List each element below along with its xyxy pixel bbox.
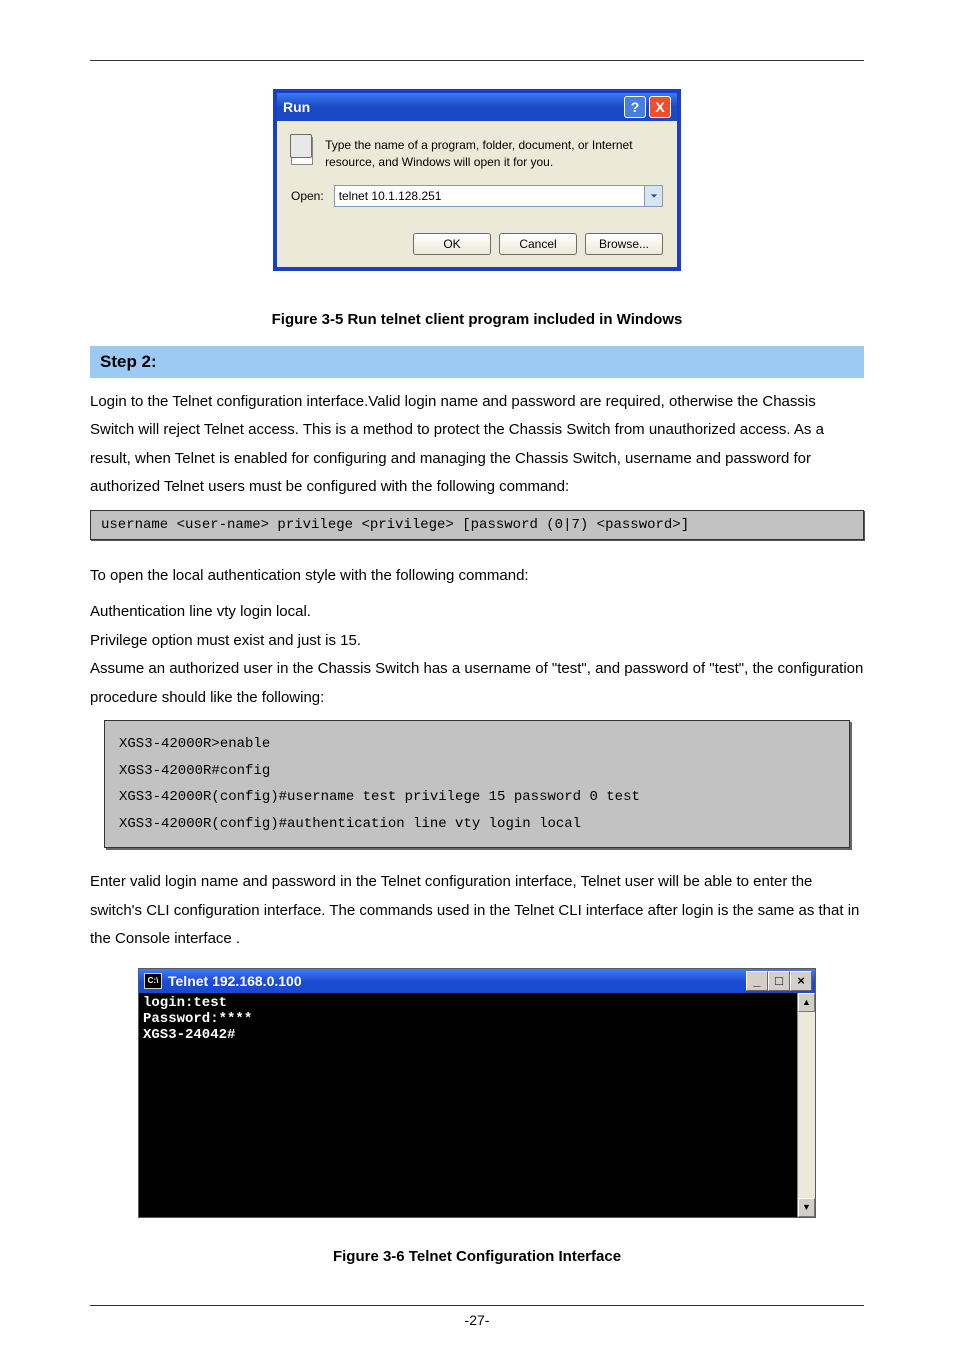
telnet-titlebar: C:\ Telnet 192.168.0.100 _ □ × [139, 969, 815, 993]
run-dialog: Run ? X Type the name of a program, fold… [273, 89, 681, 271]
paragraph-2: To open the local authentication style w… [90, 562, 864, 591]
cli-command-block: XGS3-42000R>enable XGS3-42000R#config XG… [104, 720, 850, 848]
telnet-scrollbar[interactable]: ▲ ▼ [797, 993, 815, 1217]
telnet-window: C:\ Telnet 192.168.0.100 _ □ × login:tes… [138, 968, 816, 1218]
figure-caption-1: Figure 3-5 Run telnet client program inc… [90, 311, 864, 328]
open-dropdown[interactable] [645, 185, 663, 207]
open-label: Open: [291, 189, 324, 203]
scroll-down-button[interactable]: ▼ [798, 1198, 815, 1217]
scroll-up-button[interactable]: ▲ [798, 993, 815, 1012]
ok-button[interactable]: OK [413, 233, 491, 255]
paragraph-3-period: . [236, 930, 240, 947]
open-input[interactable] [334, 185, 645, 207]
paragraph-3: Enter valid login name and password in t… [90, 868, 864, 954]
paragraph-3-text: Enter valid login name and password in t… [90, 873, 859, 947]
cancel-button[interactable]: Cancel [499, 233, 577, 255]
close-button-telnet[interactable]: × [790, 971, 812, 991]
step-bar: Step 2: [90, 346, 864, 378]
paragraph-1: Login to the Telnet configuration interf… [90, 388, 864, 502]
run-icon [291, 137, 313, 165]
browse-button[interactable]: Browse... [585, 233, 663, 255]
figure-caption-2: Figure 3-6 Telnet Configuration Interfac… [90, 1248, 864, 1265]
help-button[interactable]: ? [624, 96, 646, 118]
cmd-icon: C:\ [144, 973, 162, 989]
run-description: Type the name of a program, folder, docu… [325, 137, 663, 171]
cli-command-1: username <user-name> privilege <privileg… [90, 510, 864, 540]
minimize-button[interactable]: _ [746, 971, 768, 991]
telnet-title: Telnet 192.168.0.100 [168, 973, 302, 989]
close-button[interactable]: X [649, 96, 671, 118]
page-number: -27- [90, 1312, 864, 1328]
scroll-track[interactable] [798, 1012, 815, 1198]
telnet-console[interactable]: login:test Password:**** XGS3-24042# [139, 993, 797, 1217]
cli-lines: Authentication line vty login local. Pri… [90, 598, 864, 712]
run-title: Run [283, 99, 310, 115]
run-titlebar: Run ? X [277, 93, 677, 121]
maximize-button[interactable]: □ [768, 971, 790, 991]
